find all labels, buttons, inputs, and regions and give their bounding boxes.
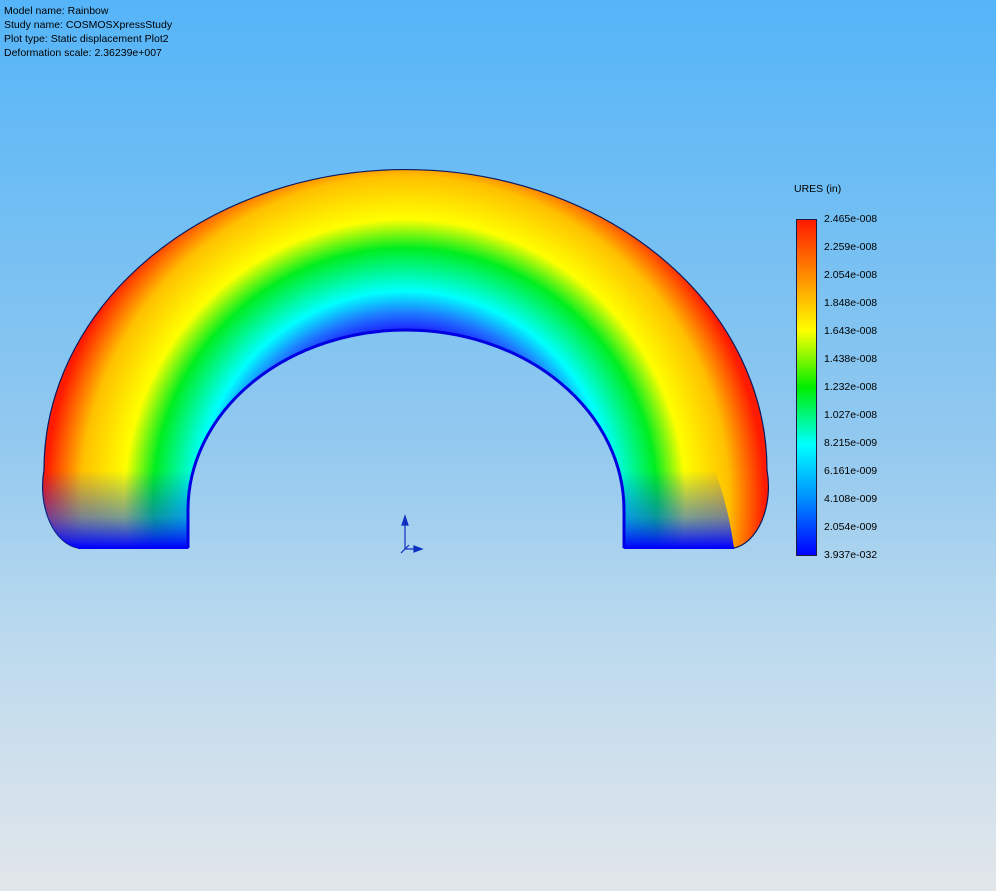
rainbow-arch-model[interactable]	[40, 168, 780, 550]
legend-value-label: 6.161e-009	[824, 465, 878, 477]
legend-value-label: 1.232e-008	[824, 381, 878, 393]
coordinate-triad-icon	[400, 514, 424, 554]
legend-value-label: 2.054e-008	[824, 269, 878, 281]
legend-value-label: 3.937e-032	[824, 549, 878, 561]
legend-value-label: 1.027e-008	[824, 409, 878, 421]
legend-value-label: 4.108e-009	[824, 493, 878, 505]
legend-value-label: 1.438e-008	[824, 353, 878, 365]
legend-color-bar	[796, 219, 817, 556]
legend-value-label: 2.465e-008	[824, 213, 878, 225]
legend-value-label: 8.215e-009	[824, 437, 878, 449]
legend-value-label: 1.848e-008	[824, 297, 878, 309]
legend-value-label: 2.054e-009	[824, 521, 878, 533]
legend-value-label: 1.643e-008	[824, 325, 878, 337]
legend-title: URES (in)	[794, 183, 842, 195]
legend-value-label: 2.259e-008	[824, 241, 878, 253]
